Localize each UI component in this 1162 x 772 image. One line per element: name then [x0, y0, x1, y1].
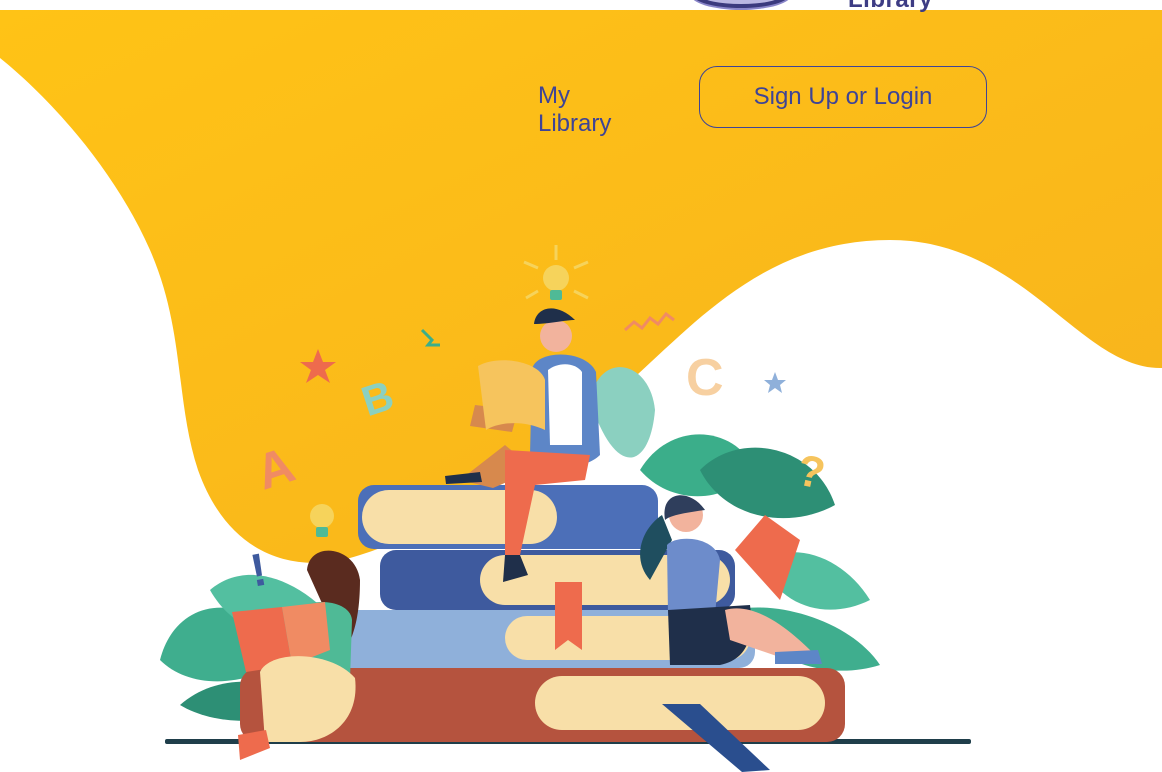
shoes-right-person [775, 650, 822, 664]
shoe-left-person [238, 730, 270, 760]
lightbulb-icon-top [523, 245, 589, 300]
squiggle-icon-green [420, 328, 440, 347]
letter-c: C [686, 349, 724, 407]
leaf-right-5 [590, 367, 655, 458]
library-landing-page: Library My Library Sign Up or Login [0, 0, 1162, 772]
top-white-strip [0, 0, 1162, 10]
squiggle-icon-orange [624, 311, 675, 332]
bookmark-red [555, 582, 582, 650]
letter-b: B [356, 371, 399, 425]
open-book-top-person [478, 360, 545, 430]
sign-up-login-button[interactable]: Sign Up or Login [699, 66, 987, 128]
brand-name-fragment: Library [848, 0, 933, 14]
seal-logo-inner [702, 0, 780, 4]
lightbulb-icon-left [310, 504, 334, 537]
book-red-pages [535, 676, 825, 730]
my-library-link[interactable]: My Library [538, 82, 611, 138]
shoe-top-person-back [445, 472, 482, 484]
star-icon-red [300, 349, 336, 383]
head-top-person [540, 320, 572, 352]
star-icon-blue [764, 372, 786, 393]
shirt-top-person [548, 364, 582, 445]
letter-a: A [249, 436, 301, 500]
hair-top-person [534, 308, 575, 324]
top-right-person [667, 538, 720, 615]
